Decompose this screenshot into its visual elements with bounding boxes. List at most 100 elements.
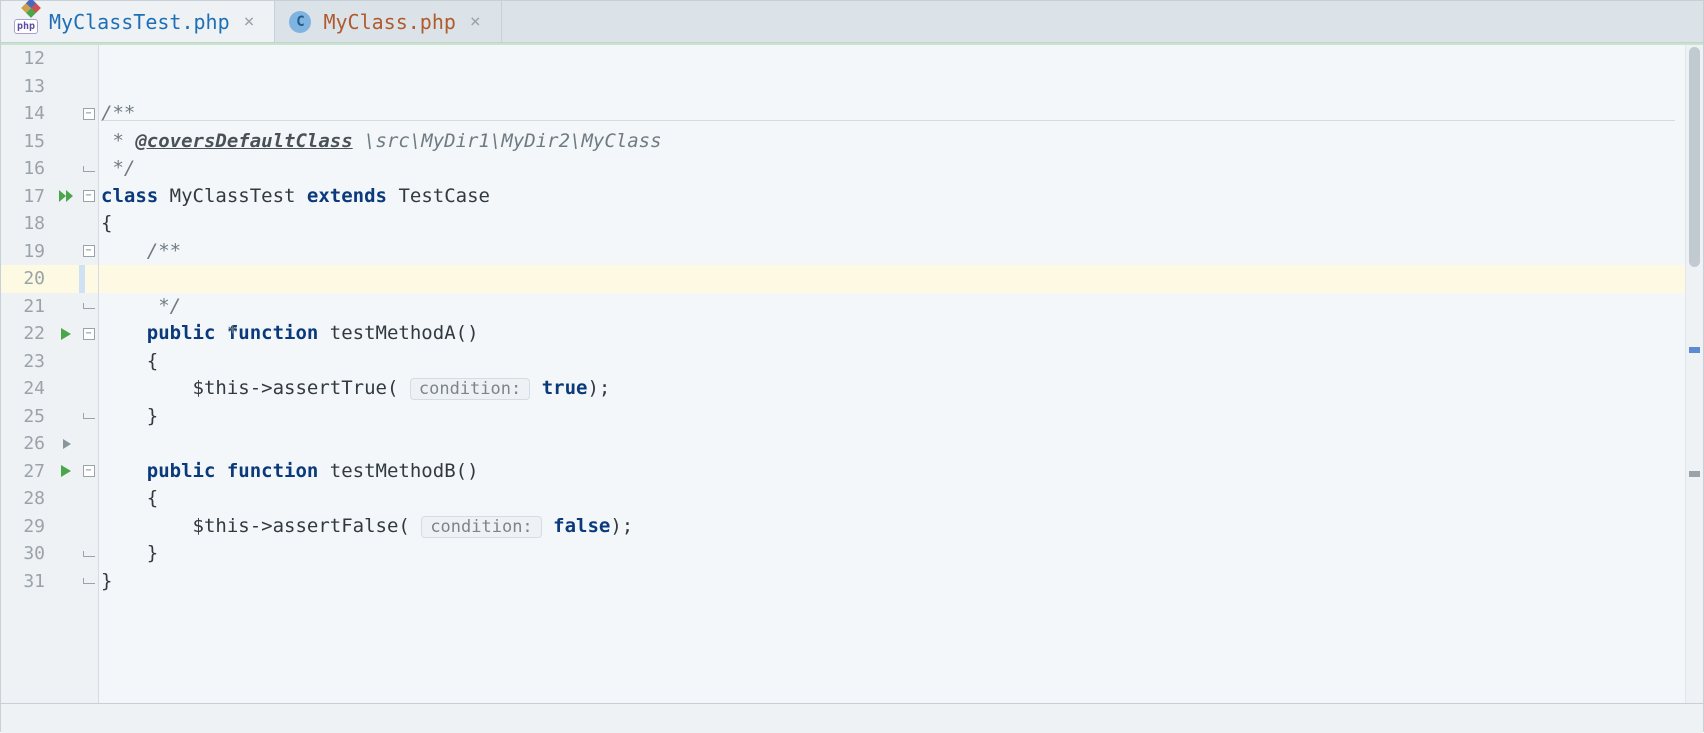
gutter-marker-empty[interactable] (55, 73, 79, 101)
gutter-marker-empty[interactable] (55, 45, 79, 73)
code-line[interactable] (99, 45, 1685, 73)
fold-toggle-icon[interactable]: − (79, 100, 98, 128)
fold-end-icon[interactable] (79, 155, 98, 183)
line-number[interactable]: 23 (1, 348, 55, 376)
code-line[interactable]: $this->assertFalse( condition: false); (99, 513, 1685, 541)
inline-hint: condition: (421, 516, 541, 538)
code-line[interactable]: { (99, 210, 1685, 238)
line-number[interactable]: 16 (1, 155, 55, 183)
code-line-cursor[interactable]: * (99, 265, 1685, 293)
line-number[interactable]: 12 (1, 45, 55, 73)
line-number[interactable]: 22 (1, 320, 55, 348)
gutter-marker-empty[interactable] (55, 293, 79, 321)
code-line[interactable]: public function testMethodA() (99, 320, 1685, 348)
editor-tab-myclasstest[interactable]: php MyClassTest.php × (1, 1, 275, 42)
fold-end-icon[interactable] (79, 540, 98, 568)
fold-gutter-empty[interactable] (79, 128, 98, 156)
tab-label: MyClass.php (323, 10, 455, 34)
run-test-icon[interactable] (55, 320, 79, 348)
editor-scrollbar[interactable]: ✓ (1685, 45, 1703, 703)
line-number[interactable]: 20 (1, 265, 55, 293)
code-area[interactable]: /** * @coversDefaultClass \src\MyDir1\My… (99, 45, 1685, 703)
fold-end-icon[interactable] (79, 568, 98, 596)
php-file-icon: php (13, 11, 39, 33)
editor-tab-myclass[interactable]: C MyClass.php × (275, 1, 501, 42)
fold-toggle-icon[interactable]: − (79, 458, 98, 486)
close-tab-icon[interactable]: × (466, 13, 485, 31)
code-line[interactable]: } (99, 540, 1685, 568)
scrollbar-thumb[interactable] (1689, 47, 1700, 267)
fold-gutter-empty[interactable] (79, 210, 98, 238)
code-line[interactable] (99, 430, 1685, 458)
code-editor[interactable]: 1213141516171819202122232425262728293031… (1, 43, 1703, 703)
gutter-marker-empty[interactable] (55, 513, 79, 541)
fold-toggle-icon[interactable]: − (79, 183, 98, 211)
fold-gutter-empty[interactable] (79, 45, 98, 73)
line-number[interactable]: 19 (1, 238, 55, 266)
code-line[interactable]: $this->assertTrue( condition: true); (99, 375, 1685, 403)
gutter-marker-empty[interactable] (55, 210, 79, 238)
fold-gutter-empty[interactable] (79, 513, 98, 541)
doc-separator-line (101, 120, 1675, 121)
fold-gutter-empty[interactable] (79, 430, 98, 458)
code-line[interactable]: { (99, 348, 1685, 376)
line-number[interactable]: 28 (1, 485, 55, 513)
code-line[interactable]: public function testMethodB() (99, 458, 1685, 486)
gutter-run-markers[interactable] (55, 45, 79, 703)
code-line[interactable]: * @coversDefaultClass \src\MyDir1\MyDir2… (99, 128, 1685, 156)
code-line[interactable]: class MyClassTest extends TestCase (99, 183, 1685, 211)
code-line[interactable]: } (99, 403, 1685, 431)
gutter-marker-empty[interactable] (55, 375, 79, 403)
code-line[interactable]: */ (99, 293, 1685, 321)
gutter-marker-empty[interactable] (55, 265, 79, 293)
scrollbar-marker[interactable] (1689, 347, 1700, 353)
line-number[interactable]: 30 (1, 540, 55, 568)
code-line[interactable]: } (99, 568, 1685, 596)
code-line[interactable]: /** (99, 238, 1685, 266)
collapsed-region-icon[interactable] (55, 430, 79, 458)
line-number[interactable]: 26 (1, 430, 55, 458)
line-number[interactable]: 17 (1, 183, 55, 211)
line-number[interactable]: 25 (1, 403, 55, 431)
editor-tab-bar: php MyClassTest.php × C MyClass.php × (1, 1, 1703, 43)
line-number[interactable]: 27 (1, 458, 55, 486)
run-class-icon[interactable] (55, 183, 79, 211)
line-number[interactable]: 29 (1, 513, 55, 541)
gutter-marker-empty[interactable] (55, 540, 79, 568)
gutter-marker-empty[interactable] (55, 485, 79, 513)
gutter-fold-markers[interactable]: − − − − − (79, 45, 99, 703)
gutter-marker-empty[interactable] (55, 403, 79, 431)
scrollbar-marker[interactable] (1689, 471, 1700, 477)
line-number-gutter[interactable]: 1213141516171819202122232425262728293031 (1, 45, 55, 703)
tab-label: MyClassTest.php (49, 10, 230, 34)
line-number[interactable]: 31 (1, 568, 55, 596)
gutter-marker-empty[interactable] (55, 348, 79, 376)
fold-gutter-empty[interactable] (79, 73, 98, 101)
line-number[interactable]: 13 (1, 73, 55, 101)
inline-hint: condition: (410, 378, 530, 400)
fold-end-icon[interactable] (79, 293, 98, 321)
line-number[interactable]: 15 (1, 128, 55, 156)
close-tab-icon[interactable]: × (240, 13, 259, 31)
gutter-marker-empty[interactable] (55, 128, 79, 156)
fold-gutter-empty[interactable] (79, 485, 98, 513)
code-line[interactable]: { (99, 485, 1685, 513)
code-line[interactable] (99, 73, 1685, 101)
line-number[interactable]: 24 (1, 375, 55, 403)
line-number[interactable]: 14 (1, 100, 55, 128)
fold-end-icon[interactable] (79, 403, 98, 431)
line-number[interactable]: 18 (1, 210, 55, 238)
gutter-marker-empty[interactable] (55, 155, 79, 183)
gutter-marker-empty[interactable] (55, 100, 79, 128)
code-line[interactable]: */ (99, 155, 1685, 183)
fold-toggle-icon[interactable]: − (79, 320, 98, 348)
gutter-marker-empty[interactable] (55, 238, 79, 266)
run-test-icon[interactable] (55, 458, 79, 486)
gutter-marker-empty[interactable] (55, 568, 79, 596)
fold-gutter-empty[interactable] (79, 375, 98, 403)
status-bar (1, 703, 1703, 733)
fold-gutter-empty[interactable] (79, 348, 98, 376)
line-number[interactable]: 21 (1, 293, 55, 321)
fold-toggle-icon[interactable]: − (79, 238, 98, 266)
code-line[interactable]: /** (99, 100, 1685, 128)
